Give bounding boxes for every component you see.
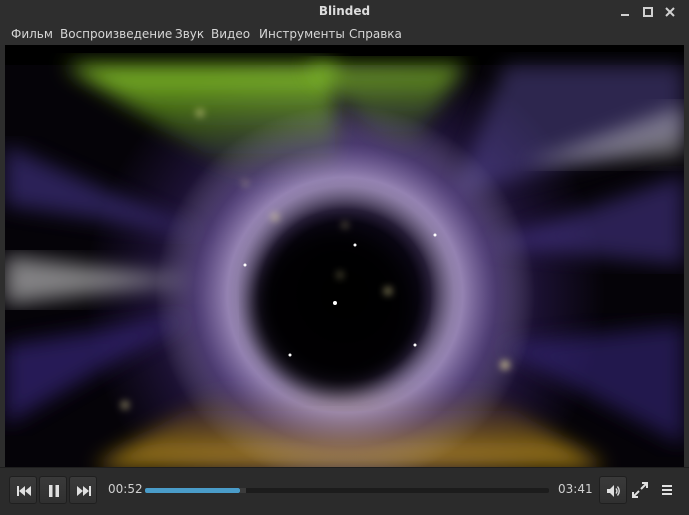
player-window: Blinded Фильм Воспроизведение Звук Видео… — [0, 0, 689, 515]
menu-tools[interactable]: Инструменты — [259, 27, 345, 41]
hamburger-menu-icon — [662, 485, 672, 495]
menu-bar: Фильм Воспроизведение Звук Видео Инструм… — [0, 24, 689, 45]
pause-button[interactable] — [39, 476, 67, 504]
menu-button[interactable] — [654, 476, 680, 504]
next-button[interactable] — [69, 476, 97, 504]
pause-icon — [49, 485, 59, 497]
menu-sound[interactable]: Звук — [175, 27, 204, 41]
title-bar[interactable]: Blinded — [0, 0, 689, 24]
total-time: 03:41 — [558, 482, 593, 496]
volume-icon — [607, 485, 620, 497]
seek-buffered — [239, 488, 246, 493]
menu-help[interactable]: Справка — [349, 27, 402, 41]
video-area[interactable] — [5, 45, 684, 467]
seek-bar[interactable] — [145, 488, 549, 493]
skip-previous-icon — [17, 486, 31, 496]
window-title: Blinded — [318, 4, 371, 18]
menu-video[interactable]: Видео — [211, 27, 250, 41]
fullscreen-icon — [632, 482, 648, 498]
menu-playback[interactable]: Воспроизведение — [60, 27, 172, 41]
video-frame-image — [5, 45, 684, 467]
current-time: 00:52 — [108, 482, 143, 496]
minimize-icon — [621, 14, 629, 16]
close-button[interactable] — [661, 3, 679, 21]
playback-controls: 00:52 03:41 — [0, 467, 689, 515]
volume-button[interactable] — [599, 476, 627, 504]
minimize-button[interactable] — [616, 3, 634, 21]
maximize-icon — [643, 7, 653, 17]
maximize-button[interactable] — [639, 3, 657, 21]
previous-button[interactable] — [9, 476, 37, 504]
seek-progress — [145, 488, 240, 493]
close-icon — [665, 7, 675, 17]
fullscreen-button[interactable] — [627, 476, 653, 504]
skip-next-icon — [77, 486, 91, 496]
menu-film[interactable]: Фильм — [11, 27, 53, 41]
